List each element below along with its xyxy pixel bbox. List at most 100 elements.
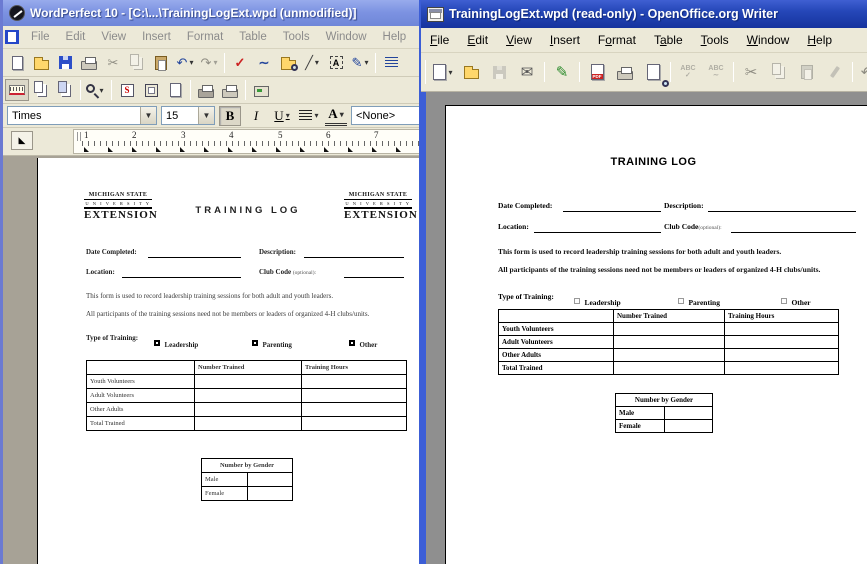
- menu-view[interactable]: View: [497, 30, 541, 50]
- justification-button[interactable]: [297, 105, 321, 127]
- paste-button[interactable]: [149, 52, 173, 74]
- menu-edit[interactable]: Edit: [458, 30, 497, 50]
- checkbox-parenting[interactable]: Parenting: [252, 334, 292, 352]
- text-box-button[interactable]: A: [324, 52, 348, 74]
- menu-insert[interactable]: Insert: [134, 29, 179, 45]
- paragraph: This form is used to record leadership t…: [86, 292, 333, 300]
- menu-edit[interactable]: Edit: [58, 29, 94, 45]
- new-view-button[interactable]: [163, 79, 187, 101]
- font-color-button[interactable]: A: [325, 106, 347, 126]
- print-button[interactable]: [611, 58, 639, 86]
- proofread-button[interactable]: ✓: [228, 52, 252, 74]
- undo-button[interactable]: ↶: [856, 58, 867, 86]
- menu-file[interactable]: File: [23, 29, 58, 45]
- redo-button[interactable]: ↷: [197, 52, 221, 74]
- email-document-button[interactable]: ✉: [513, 58, 541, 86]
- blank-line: [122, 277, 241, 278]
- underline-button[interactable]: U: [271, 106, 293, 126]
- ruler-number: 7: [374, 130, 379, 140]
- wordperfect-icon[interactable]: [9, 5, 25, 21]
- save-button[interactable]: [485, 58, 513, 86]
- scribble-pen-icon: ∼: [259, 56, 270, 69]
- checkbox-leadership[interactable]: Leadership: [154, 334, 198, 352]
- ruler[interactable]: 1 2 3 4 5 6 7: [73, 129, 430, 154]
- table-header-row: Number Trained Training Hours: [499, 310, 839, 323]
- zoom-button[interactable]: [84, 79, 108, 101]
- new-document-button[interactable]: [5, 52, 29, 74]
- cut-button[interactable]: ✂: [101, 52, 125, 74]
- print-document-button[interactable]: [218, 79, 242, 101]
- undo-button[interactable]: ↶: [173, 52, 197, 74]
- menu-table[interactable]: Table: [645, 30, 692, 50]
- table-row: Total Trained: [499, 362, 839, 375]
- two-page-view-button[interactable]: [53, 79, 77, 101]
- italic-button[interactable]: I: [245, 106, 267, 126]
- cut-button[interactable]: ✂: [737, 58, 765, 86]
- menu-format[interactable]: Format: [589, 30, 645, 50]
- draw-line-button[interactable]: ╱: [300, 52, 324, 74]
- menu-insert[interactable]: Insert: [541, 30, 589, 50]
- field-label-date-completed: Date Completed:: [498, 201, 552, 210]
- menu-view[interactable]: View: [93, 29, 134, 45]
- wordperfect-window: WordPerfect 10 - [C:\...\TrainingLogExt.…: [0, 0, 433, 564]
- openoffice-writer-icon[interactable]: [427, 7, 444, 22]
- menu-tools[interactable]: Tools: [692, 30, 738, 50]
- paste-button[interactable]: [793, 58, 821, 86]
- scribble-button[interactable]: ∼: [252, 52, 276, 74]
- table-header-row: Number Trained Training Hours: [87, 361, 407, 375]
- wordperfect-titlebar[interactable]: WordPerfect 10 - [C:\...\TrainingLogExt.…: [3, 0, 433, 26]
- paste-icon: [801, 65, 813, 79]
- auto-spellcheck-button[interactable]: ABC∼: [702, 58, 730, 86]
- menu-window[interactable]: Window: [738, 30, 799, 50]
- menu-format[interactable]: Format: [179, 29, 231, 45]
- quickfinder-button[interactable]: [276, 52, 300, 74]
- style-combo[interactable]: <None>: [351, 106, 425, 125]
- print-button[interactable]: [77, 52, 101, 74]
- menu-table[interactable]: Table: [231, 29, 275, 45]
- export-pdf-button[interactable]: PDF: [583, 58, 611, 86]
- chevron-down-icon[interactable]: ▼: [198, 107, 214, 124]
- highlight-button[interactable]: ✎: [348, 52, 372, 74]
- format-paintbrush-button[interactable]: [821, 58, 849, 86]
- copy-button[interactable]: [125, 52, 149, 74]
- copy-button[interactable]: [765, 58, 793, 86]
- menu-tools[interactable]: Tools: [275, 29, 318, 45]
- tab-set-button[interactable]: ◣: [11, 131, 33, 150]
- edit-file-button[interactable]: ✎: [548, 58, 576, 86]
- ruler-toggle-button[interactable]: [5, 79, 29, 101]
- table-cell-empty: [195, 403, 302, 417]
- open-button[interactable]: [457, 58, 485, 86]
- save-button[interactable]: [53, 52, 77, 74]
- open-button[interactable]: [29, 52, 53, 74]
- table-row: Youth Volunteers: [499, 323, 839, 336]
- document-icon[interactable]: [5, 30, 19, 44]
- margin-marker-icon[interactable]: [77, 132, 81, 141]
- font-name-combo[interactable]: Times ▼: [7, 106, 157, 125]
- bold-button[interactable]: B: [219, 106, 241, 126]
- full-page-button[interactable]: [139, 79, 163, 101]
- spellcheck-button[interactable]: ABC✓: [674, 58, 702, 86]
- new-button[interactable]: [429, 58, 457, 86]
- numbering-button[interactable]: [379, 52, 403, 74]
- toolbar-drag-handle[interactable]: [425, 60, 426, 84]
- checkbox-leadership[interactable]: Leadership: [574, 292, 621, 310]
- menu-help[interactable]: Help: [798, 30, 841, 50]
- spellcheck-icon: ABC✓: [680, 65, 695, 79]
- print-current-button[interactable]: [194, 79, 218, 101]
- menu-window[interactable]: Window: [318, 29, 375, 45]
- table-row: Female: [202, 487, 293, 501]
- checkbox-other[interactable]: Other: [349, 334, 377, 352]
- table-cell-empty: [725, 349, 839, 362]
- font-size-combo[interactable]: 15 ▼: [161, 106, 215, 125]
- fax-button[interactable]: [249, 79, 273, 101]
- openoffice-titlebar[interactable]: TrainingLogExt.wpd (read-only) - OpenOff…: [421, 0, 867, 28]
- menu-file[interactable]: File: [421, 30, 458, 50]
- spell-book-button[interactable]: S: [115, 79, 139, 101]
- page-preview-button[interactable]: [639, 58, 667, 86]
- wordperfect-menubar: File Edit View Insert Format Table Tools…: [3, 26, 433, 49]
- menu-help[interactable]: Help: [375, 29, 415, 45]
- page-view-button[interactable]: [29, 79, 53, 101]
- checkbox-parenting[interactable]: Parenting: [678, 292, 720, 310]
- checkbox-other[interactable]: Other: [781, 292, 811, 310]
- chevron-down-icon[interactable]: ▼: [140, 107, 156, 124]
